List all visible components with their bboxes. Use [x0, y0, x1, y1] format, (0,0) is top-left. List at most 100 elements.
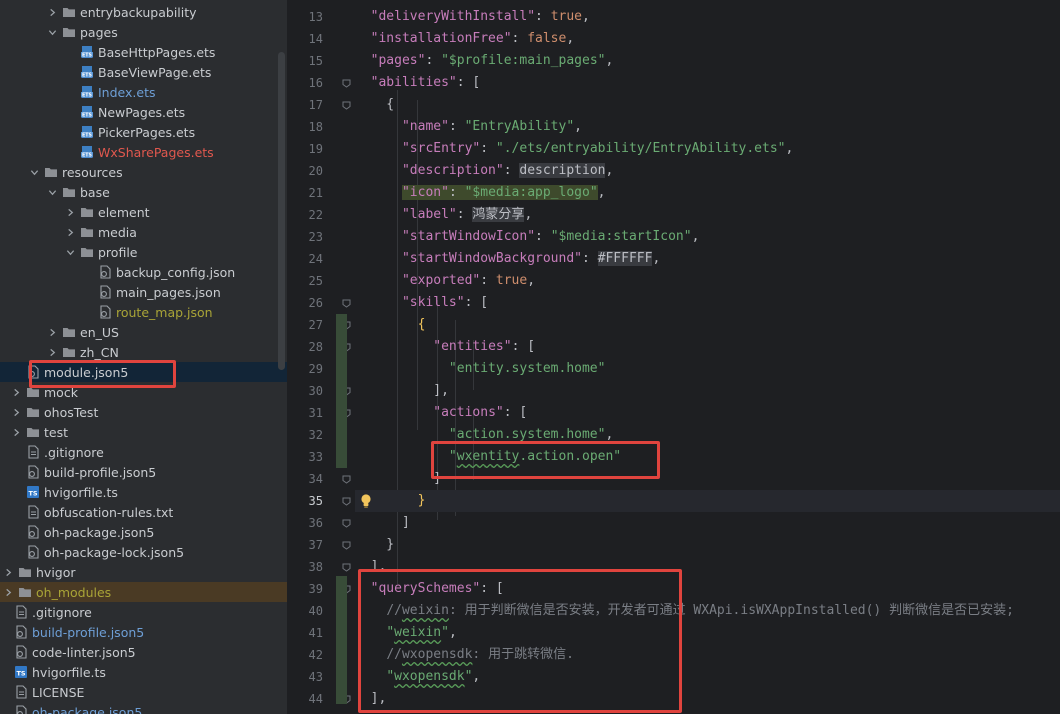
tree-item[interactable]: oh-package-lock.json5 [0, 542, 287, 562]
chevron-down-icon[interactable] [46, 22, 58, 42]
tree-item[interactable]: LICENSE [0, 682, 287, 702]
ts-file-icon: TS [26, 485, 40, 499]
svg-text:ETS: ETS [82, 152, 93, 158]
tree-item[interactable]: hvigor [0, 562, 287, 582]
tree-item[interactable]: obfuscation-rules.txt [0, 502, 287, 522]
chevron-right-icon[interactable] [46, 2, 58, 22]
code-line[interactable]: "abilities": [ [355, 72, 481, 94]
tree-item[interactable]: ETS Index.ets [0, 82, 287, 102]
chevron-right-icon[interactable] [64, 222, 76, 242]
tree-item[interactable]: ETS NewPages.ets [0, 102, 287, 122]
code-line[interactable]: "entity.system.home" [355, 358, 606, 380]
code-line[interactable]: "startWindowIcon": "$media:startIcon", [355, 226, 699, 248]
code-token: : [448, 119, 465, 134]
tree-item[interactable]: .gitignore [0, 602, 287, 622]
code-token: "abilities" [370, 75, 457, 90]
lightbulb-icon[interactable] [360, 493, 372, 509]
tree-item[interactable]: base [0, 182, 287, 202]
change-marker [336, 576, 347, 704]
code-line[interactable]: ] [355, 468, 441, 490]
code-line[interactable]: "entities": [ [355, 336, 535, 358]
fold-marker-icon[interactable] [342, 79, 351, 88]
tree-item[interactable]: profile [0, 242, 287, 262]
code-line[interactable]: } [355, 534, 394, 556]
tree-item[interactable]: ETS WxSharePages.ets [0, 142, 287, 162]
tree-item[interactable]: build-profile.json5 [0, 462, 287, 482]
tree-item[interactable]: route_map.json [0, 302, 287, 322]
chevron-right-icon[interactable] [46, 322, 58, 342]
code-line[interactable]: "pages": "$profile:main_pages", [355, 50, 614, 72]
chevron-right-icon[interactable] [10, 422, 22, 442]
code-line[interactable]: "icon": "$media:app_logo", [355, 182, 605, 204]
code-line[interactable]: "name": "EntryAbility", [355, 116, 582, 138]
tree-item[interactable]: .gitignore [0, 442, 287, 462]
tree-item[interactable]: main_pages.json [0, 282, 287, 302]
tree-item[interactable]: oh_modules [0, 582, 287, 602]
code-line[interactable]: "exported": true, [355, 270, 535, 292]
code-line[interactable]: "srcEntry": "./ets/entryability/EntryAbi… [355, 138, 793, 160]
chevron-right-icon[interactable] [10, 382, 22, 402]
chevron-right-icon[interactable] [2, 562, 14, 582]
code-token: ] [355, 515, 410, 530]
tree-item[interactable]: code-linter.json5 [0, 642, 287, 662]
tree-item-label: hvigorfile.ts [32, 664, 106, 680]
code-line[interactable]: ], [355, 380, 449, 402]
tree-item[interactable]: pages [0, 22, 287, 42]
code-line[interactable]: "startWindowBackground": #FFFFFF, [355, 248, 660, 270]
tree-item[interactable]: element [0, 202, 287, 222]
tree-item-label: entrybackupability [80, 4, 197, 20]
tree-item[interactable]: oh-package.json5 [0, 702, 287, 714]
svg-text:ETS: ETS [82, 112, 93, 118]
code-line[interactable]: { [355, 94, 394, 116]
code-token: "icon" [401, 185, 449, 200]
tree-item[interactable]: TS hvigorfile.ts [0, 482, 287, 502]
code-line[interactable]: ] [355, 512, 410, 534]
chevron-down-icon[interactable] [46, 182, 58, 202]
svg-text:ETS: ETS [82, 132, 93, 138]
chevron-right-icon[interactable] [10, 402, 22, 422]
chevron-down-icon[interactable] [28, 162, 40, 182]
tree-item[interactable]: zh_CN [0, 342, 287, 362]
chevron-right-icon[interactable] [64, 202, 76, 222]
tree-item[interactable]: entrybackupability [0, 2, 287, 22]
tree-scrollbar[interactable] [278, 52, 285, 370]
fold-marker-icon[interactable] [342, 519, 351, 528]
tree-item[interactable]: ETS PickerPages.ets [0, 122, 287, 142]
code-line[interactable]: } [355, 490, 1060, 512]
code-line[interactable]: { [355, 314, 426, 336]
fold-marker-icon[interactable] [342, 299, 351, 308]
tree-item[interactable]: build-profile.json5 [0, 622, 287, 642]
fold-marker-icon[interactable] [342, 497, 351, 506]
code-line[interactable]: "skills": [ [355, 292, 488, 314]
tree-item[interactable]: oh-package.json5 [0, 522, 287, 542]
tree-item[interactable]: media [0, 222, 287, 242]
tree-item[interactable]: backup_config.json [0, 262, 287, 282]
code-token: , [582, 9, 590, 24]
fold-marker-icon[interactable] [342, 541, 351, 550]
code-line[interactable]: "actions": [ [355, 402, 527, 424]
folder-icon [80, 245, 94, 259]
code-line[interactable]: "deliveryWithInstall": true, [355, 6, 590, 28]
chevron-right-icon[interactable] [2, 582, 14, 602]
tree-item[interactable]: ETS BaseViewPage.ets [0, 62, 287, 82]
code-line[interactable]: "installationFree": false, [355, 28, 575, 50]
fold-marker-icon[interactable] [342, 101, 351, 110]
tree-item[interactable]: TS hvigorfile.ts [0, 662, 287, 682]
fold-marker-icon[interactable] [342, 475, 351, 484]
code-token: : [ [464, 295, 489, 310]
chevron-down-icon[interactable] [64, 242, 76, 262]
tree-item-label: LICENSE [32, 684, 85, 700]
tree-item[interactable]: ETS BaseHttpPages.ets [0, 42, 287, 62]
chevron-right-icon[interactable] [46, 342, 58, 362]
code-token: { [417, 317, 426, 332]
tree-item[interactable]: test [0, 422, 287, 442]
code-line[interactable]: "label": 鸿蒙分享, [355, 204, 532, 226]
tree-item[interactable]: en_US [0, 322, 287, 342]
code-line[interactable]: "description": description, [355, 160, 613, 182]
tree-item[interactable]: resources [0, 162, 287, 182]
tree-item[interactable]: ohosTest [0, 402, 287, 422]
fold-marker-icon[interactable] [342, 563, 351, 572]
tree-item-label: build-profile.json5 [44, 464, 157, 480]
